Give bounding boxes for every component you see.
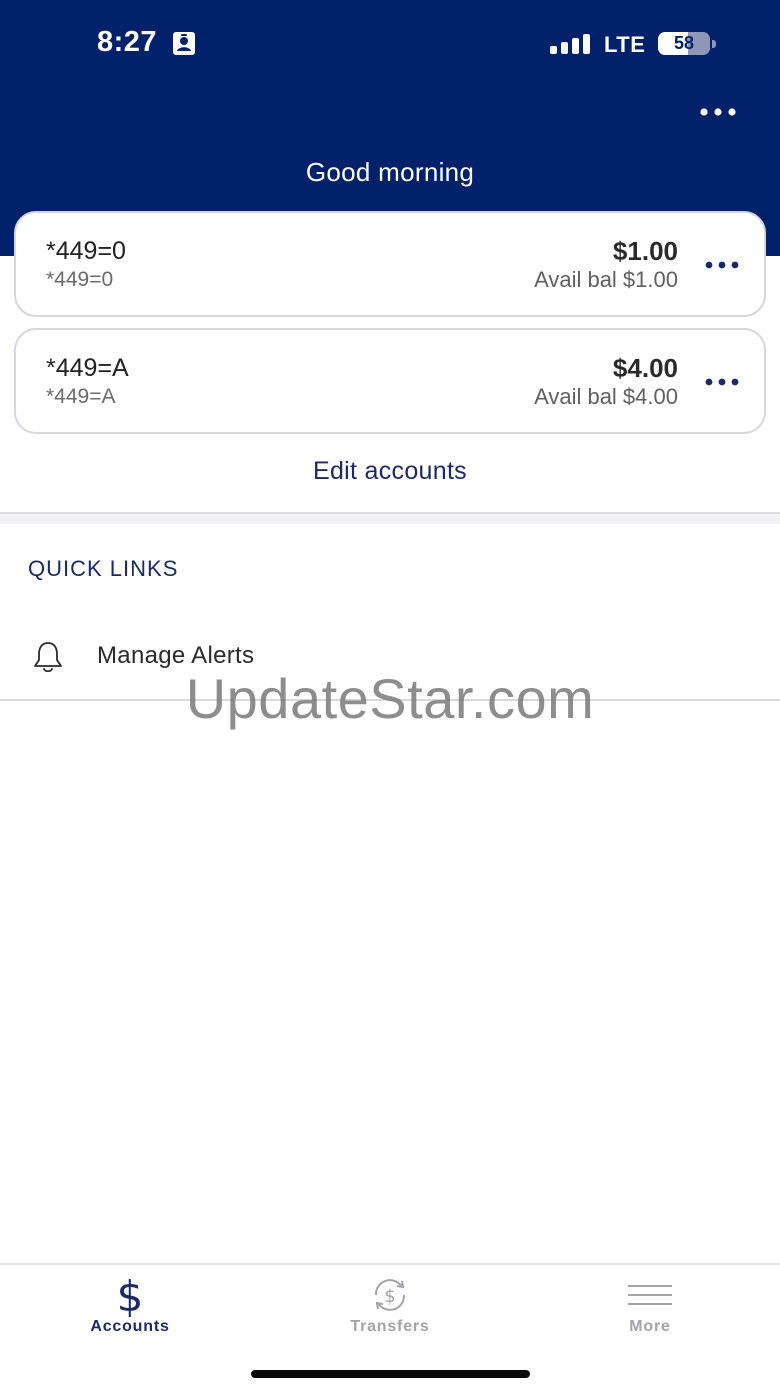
tab-bar: $ Accounts $ Transfers More: [0, 1263, 780, 1387]
account-number: *449=A: [46, 385, 116, 408]
dollar-icon: $: [117, 1273, 144, 1317]
tab-more[interactable]: More: [520, 1265, 780, 1355]
svg-text:$: $: [384, 1286, 395, 1307]
available-balance: Avail bal $1.00: [534, 267, 678, 292]
svg-text:$: $: [117, 1273, 144, 1317]
account-balance: $1.00: [612, 236, 678, 266]
tab-label: Transfers: [350, 1318, 430, 1335]
battery-icon: 58: [658, 32, 718, 55]
transfer-icon: $: [374, 1279, 406, 1311]
status-time: 8:27: [97, 26, 158, 58]
tab-accounts[interactable]: $ Accounts: [0, 1265, 260, 1355]
account-name: *449=0: [46, 237, 126, 265]
more-horizontal-icon[interactable]: [698, 100, 738, 124]
home-indicator[interactable]: [251, 1370, 530, 1378]
account-more-icon[interactable]: [704, 370, 740, 394]
account-more-icon[interactable]: [704, 253, 740, 277]
account-number: *449=0: [46, 268, 114, 291]
tab-label: Accounts: [90, 1318, 170, 1335]
watermark-text: UpdateStar.com: [185, 667, 595, 730]
tab-transfers[interactable]: $ Transfers: [260, 1265, 520, 1355]
id-card-icon: [173, 32, 195, 55]
menu-icon: [628, 1285, 672, 1305]
section-divider: [0, 512, 780, 524]
signal-icon: [550, 34, 590, 54]
tab-label: More: [629, 1318, 671, 1335]
edit-accounts-link[interactable]: Edit accounts: [0, 457, 780, 486]
greeting-title: Good morning: [305, 157, 475, 187]
account-card[interactable]: *449=A *449=A $4.00 Avail bal $4.00: [14, 328, 766, 434]
account-card[interactable]: *449=0 *449=0 $1.00 Avail bal $1.00: [14, 211, 766, 317]
network-label: LTE: [604, 32, 646, 57]
account-name: *449=A: [46, 354, 129, 382]
account-balance: $4.00: [612, 353, 678, 383]
quick-links-heading: QUICK LINKS: [28, 556, 179, 581]
available-balance: Avail bal $4.00: [534, 384, 678, 409]
battery-percent: 58: [673, 33, 695, 53]
